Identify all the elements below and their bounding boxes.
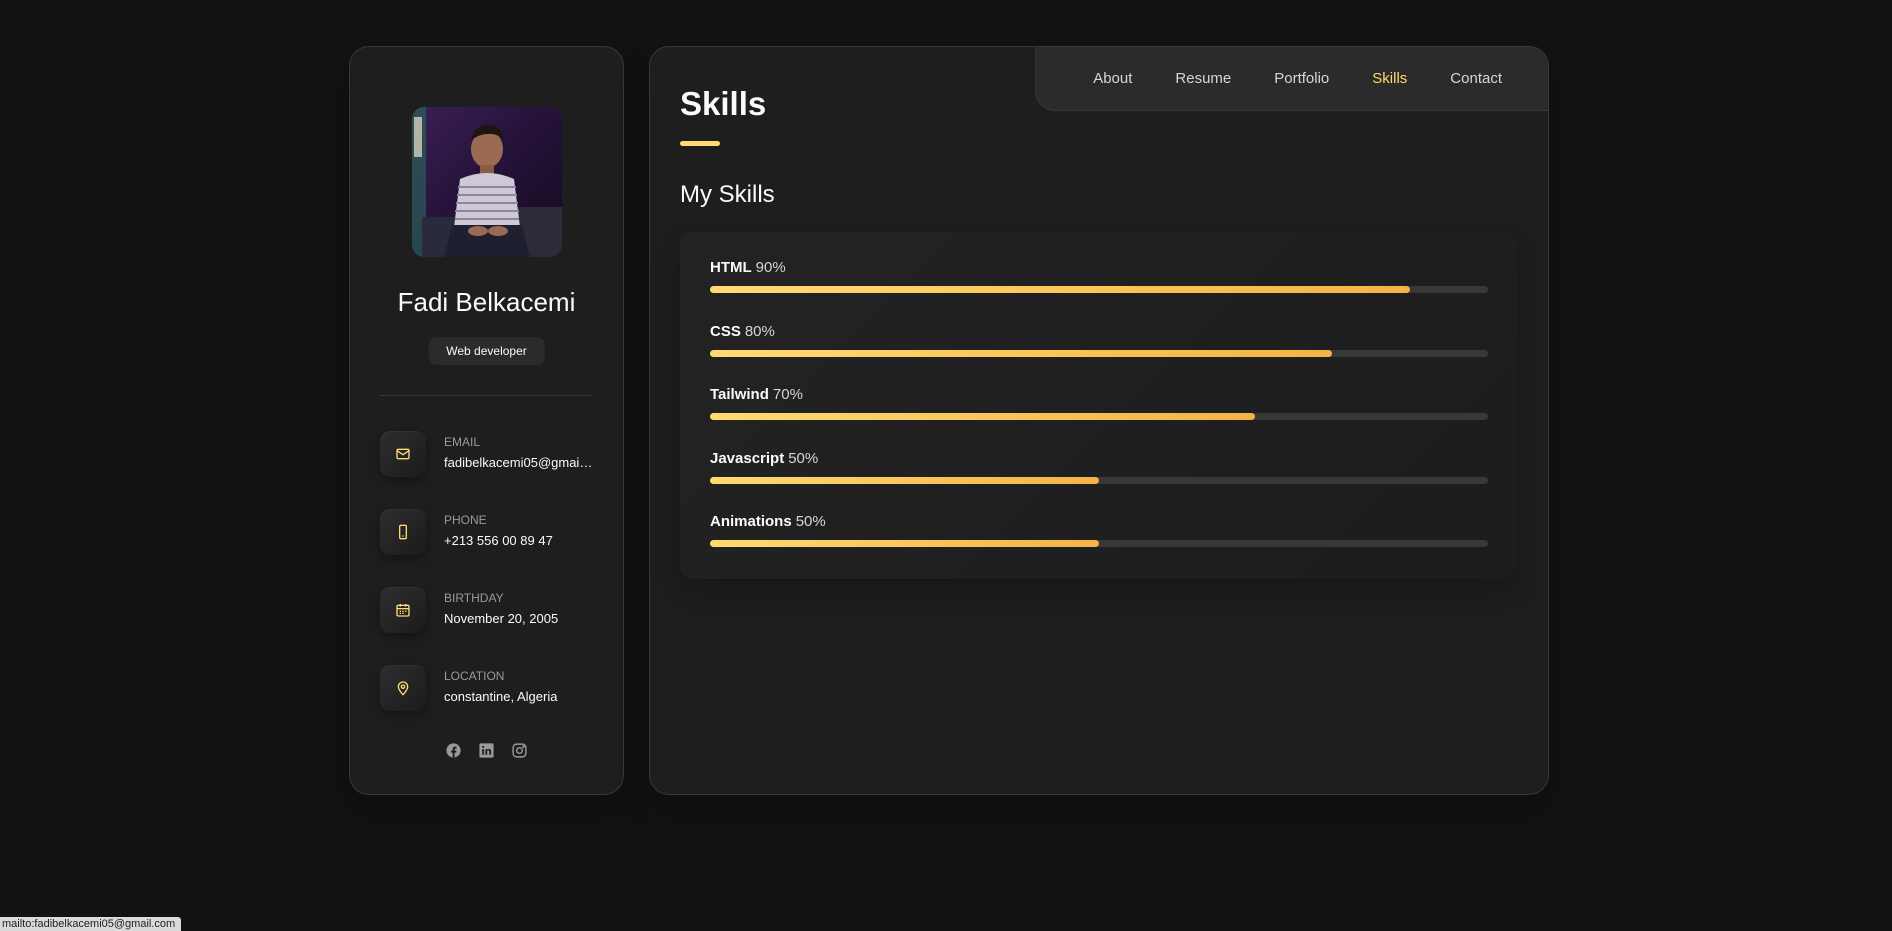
navbar: About Resume Portfolio Skills Contact: [1035, 47, 1548, 111]
skill-progress-track: [710, 540, 1488, 547]
nav-portfolio[interactable]: Portfolio: [1274, 70, 1329, 87]
location-value: constantine, Algeria: [444, 689, 558, 704]
skills-list: HTML 90% CSS 80% Tailwind 70% Javascript…: [680, 232, 1517, 579]
phone-icon: [380, 509, 426, 555]
skill-name: CSS: [710, 323, 741, 340]
skill-name: Animations: [710, 513, 792, 530]
profile-name: Fadi Belkacemi: [397, 287, 576, 317]
browser-status-bar: mailto:fadibelkacemi05@gmail.com: [0, 917, 182, 931]
contact-phone: PHONE +213 556 00 89 47: [380, 509, 593, 559]
skill-name: HTML: [710, 259, 752, 276]
skill-item: Animations 50%: [710, 512, 1488, 552]
skill-progress-fill: [710, 477, 1099, 484]
mail-icon: [380, 431, 426, 477]
nav-skills[interactable]: Skills: [1372, 70, 1407, 87]
contact-email: EMAIL fadibelkacemi05@gmail.com: [380, 431, 594, 481]
skill-progress-track: [710, 477, 1488, 484]
separator: [380, 395, 593, 396]
skill-item: CSS 80%: [710, 322, 1488, 362]
sidebar: Fadi Belkacemi Web developer EMAIL fadib…: [349, 46, 624, 795]
location-icon: [380, 665, 426, 711]
social-links: [350, 742, 623, 759]
nav-resume[interactable]: Resume: [1175, 70, 1231, 87]
skill-percent: 50%: [795, 513, 826, 530]
facebook-icon[interactable]: [445, 742, 462, 759]
contact-birthday: BIRTHDAY November 20, 2005: [380, 587, 593, 637]
birthday-value: November 20, 2005: [444, 611, 559, 626]
instagram-icon[interactable]: [511, 742, 528, 759]
nav-contact[interactable]: Contact: [1450, 70, 1502, 87]
skill-progress-fill: [710, 286, 1411, 293]
email-label: EMAIL: [444, 435, 481, 449]
main-content: About Resume Portfolio Skills Contact Sk…: [649, 46, 1549, 795]
skill-percent: 50%: [788, 450, 819, 467]
location-label: LOCATION: [444, 669, 505, 683]
skill-progress-track: [710, 413, 1488, 420]
skill-name: Tailwind: [710, 386, 769, 403]
skill-item: HTML 90%: [710, 258, 1488, 298]
skill-percent: 80%: [744, 323, 775, 340]
skill-progress-fill: [710, 350, 1333, 357]
skill-progress-track: [710, 286, 1488, 293]
contact-location: LOCATION constantine, Algeria: [380, 665, 593, 715]
avatar: [412, 107, 562, 257]
linkedin-icon[interactable]: [478, 742, 495, 759]
skill-progress-track: [710, 350, 1488, 357]
skill-percent: 70%: [772, 386, 803, 403]
page-title: Skills: [680, 85, 767, 122]
job-title-badge: Web developer: [428, 337, 545, 365]
skill-name: Javascript: [710, 450, 785, 467]
calendar-icon: [380, 587, 426, 633]
skill-item: Tailwind 70%: [710, 385, 1488, 425]
avatar-photo: [412, 107, 562, 257]
nav-about[interactable]: About: [1093, 70, 1132, 87]
skill-progress-fill: [710, 413, 1255, 420]
phone-label: PHONE: [444, 513, 487, 527]
phone-link[interactable]: +213 556 00 89 47: [444, 533, 594, 548]
section-title: My Skills: [680, 181, 775, 208]
skill-item: Javascript 50%: [710, 449, 1488, 489]
skill-progress-fill: [710, 540, 1099, 547]
email-link[interactable]: fadibelkacemi05@gmail.com: [444, 455, 594, 470]
birthday-label: BIRTHDAY: [444, 591, 504, 605]
title-underline: [680, 141, 720, 146]
skill-percent: 90%: [755, 259, 786, 276]
